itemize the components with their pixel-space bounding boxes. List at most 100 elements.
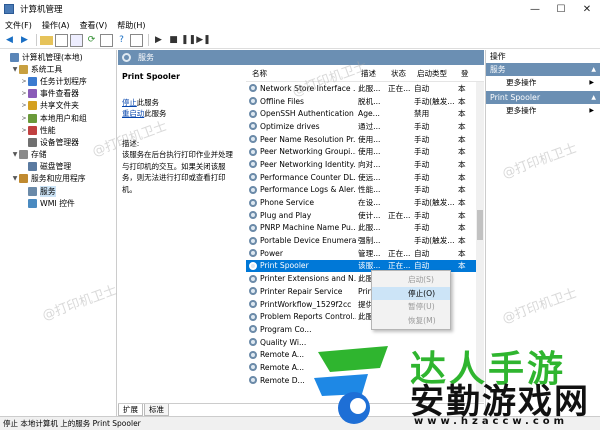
service-row[interactable]: Optimize drives 通过... 手动本 bbox=[246, 120, 484, 133]
restart-service-link[interactable]: 重启动 bbox=[122, 109, 144, 118]
menu-help[interactable]: 帮助(H) bbox=[112, 20, 150, 31]
column-description[interactable]: 描述 bbox=[359, 68, 389, 79]
tree-item[interactable]: > 任务计划程序 bbox=[0, 75, 116, 87]
menu-action[interactable]: 操作(A) bbox=[37, 20, 75, 31]
service-gear-icon bbox=[249, 274, 257, 283]
service-gear-icon bbox=[249, 325, 257, 334]
service-name-cell: Peer Networking Identity... bbox=[246, 160, 356, 169]
window-controls: — ☐ ✕ bbox=[522, 0, 600, 18]
more-actions-services[interactable]: 更多操作 ▶ bbox=[486, 76, 600, 89]
service-name: Problem Reports Control... bbox=[260, 312, 356, 322]
context-menu-item[interactable]: 停止(O) bbox=[372, 286, 450, 300]
collapse-icon[interactable]: ▲ bbox=[591, 91, 596, 104]
properties-icon[interactable] bbox=[70, 33, 83, 47]
service-gear-icon bbox=[249, 312, 257, 321]
context-menu-item[interactable]: 启动(S) bbox=[372, 273, 450, 287]
column-status[interactable]: 状态 bbox=[389, 68, 415, 79]
service-startup-type: 手动(触发... bbox=[414, 198, 455, 208]
refresh-icon[interactable]: ⟳ bbox=[85, 34, 98, 47]
service-name: Printer Repair Service bbox=[260, 286, 343, 296]
tree-item[interactable]: > 本地用户和组 bbox=[0, 112, 116, 124]
tree-expand-icon[interactable]: > bbox=[20, 78, 28, 85]
tree-item-label: 系统工具 bbox=[31, 64, 63, 74]
tree-expand-icon[interactable]: ▼ bbox=[11, 175, 19, 182]
service-name: Quality Wi... bbox=[260, 337, 307, 347]
stop-icon[interactable]: ■ bbox=[167, 34, 180, 47]
column-logon[interactable]: 登 bbox=[459, 68, 483, 79]
help-icon[interactable]: ? bbox=[115, 34, 128, 47]
tree-item[interactable]: WMI 控件 bbox=[0, 197, 116, 209]
menu-file[interactable]: 文件(F) bbox=[0, 20, 37, 31]
forward-icon[interactable]: ▶ bbox=[18, 34, 31, 47]
console-tree-icon[interactable] bbox=[55, 33, 68, 47]
up-folder-icon[interactable] bbox=[40, 35, 53, 45]
tree-item[interactable]: 设备管理器 bbox=[0, 136, 116, 148]
context-menu-item[interactable]: 恢复(M) bbox=[372, 314, 450, 328]
tab-standard[interactable]: 标准 bbox=[144, 404, 169, 416]
minimize-icon[interactable]: — bbox=[522, 0, 548, 18]
service-name-cell: Power bbox=[246, 249, 356, 258]
tree-item[interactable]: ▼ 系统工具 bbox=[0, 63, 116, 75]
tree-item[interactable]: 计算机管理(本地) bbox=[0, 51, 116, 63]
service-row[interactable]: OpenSSH Authentication ... Age... 禁用本 bbox=[246, 107, 484, 120]
column-startup-type[interactable]: 启动类型 bbox=[415, 68, 459, 79]
more-actions-label: 更多操作 bbox=[506, 106, 537, 115]
actions-group-print-spooler[interactable]: Print Spooler ▲ bbox=[486, 91, 600, 104]
tree-expand-icon[interactable]: > bbox=[20, 127, 28, 134]
maximize-icon[interactable]: ☐ bbox=[548, 0, 574, 18]
service-row[interactable]: Offline Files 脱机... 手动(触发... 本 bbox=[246, 95, 484, 108]
service-row[interactable]: Peer Name Resolution Pr... 使用... 手动本 bbox=[246, 133, 484, 146]
service-row[interactable]: PNRP Machine Name Pu... 此服... 手动本 bbox=[246, 222, 484, 235]
service-row[interactable]: Power 管理... 正在... 自动本 bbox=[246, 247, 484, 260]
context-menu-item[interactable]: 暂停(U) bbox=[372, 300, 450, 314]
more-actions-print-spooler[interactable]: 更多操作 ▶ bbox=[486, 104, 600, 117]
service-gear-icon bbox=[249, 223, 257, 232]
pause-icon[interactable]: ❚❚ bbox=[181, 34, 196, 47]
tree-item[interactable]: ▼ 服务和应用程序 bbox=[0, 173, 116, 185]
tree-item-label: 服务 bbox=[40, 185, 56, 197]
stop-service-link[interactable]: 停止 bbox=[122, 98, 137, 107]
service-row[interactable]: Performance Counter DL... 使远... 手动本 bbox=[246, 171, 484, 184]
column-name[interactable]: 名称 bbox=[246, 68, 359, 79]
tree-item[interactable]: ▼ 存储 bbox=[0, 149, 116, 161]
tree-item[interactable]: > 性能 bbox=[0, 124, 116, 136]
export-icon[interactable] bbox=[100, 33, 113, 47]
toolbar-divider bbox=[148, 34, 149, 46]
tree-item[interactable]: > 事件查看器 bbox=[0, 88, 116, 100]
list-header: 名称 描述 状态 启动类型 登 bbox=[246, 66, 484, 82]
service-startup-type: 自动 bbox=[414, 248, 430, 258]
tree-node-icon bbox=[28, 101, 37, 111]
service-name-cell: Network Store Interface ... bbox=[246, 84, 356, 93]
tree-expand-icon[interactable]: ▼ bbox=[11, 66, 19, 73]
tree-item[interactable]: > 共享文件夹 bbox=[0, 100, 116, 112]
play-icon[interactable]: ▶ bbox=[152, 34, 165, 47]
close-icon[interactable]: ✕ bbox=[574, 0, 600, 18]
collapse-icon[interactable]: ▲ bbox=[591, 63, 596, 76]
service-gear-icon bbox=[249, 261, 257, 270]
tab-extended[interactable]: 扩展 bbox=[118, 404, 143, 416]
service-description: 使用... bbox=[358, 147, 381, 157]
tree-expand-icon[interactable]: ▼ bbox=[11, 151, 19, 158]
tree-expand-icon[interactable]: > bbox=[20, 115, 28, 122]
restart-icon[interactable]: ▶❚ bbox=[196, 34, 210, 47]
tree-item[interactable]: 磁盘管理 bbox=[0, 161, 116, 173]
service-startup-type: 手动 bbox=[414, 210, 430, 220]
show-hide-icon[interactable] bbox=[130, 33, 143, 47]
service-row[interactable]: Peer Networking Groupi... 使用... 手动本 bbox=[246, 145, 484, 158]
service-row[interactable]: Phone Service 在设... 手动(触发... 本 bbox=[246, 196, 484, 209]
tree-expand-icon[interactable]: > bbox=[20, 90, 28, 97]
service-row[interactable]: Portable Device Enumera... 强制... 手动(触发... 本 bbox=[246, 234, 484, 247]
service-name-cell: Offline Files bbox=[246, 97, 356, 106]
tree-expand-icon[interactable]: > bbox=[20, 102, 28, 109]
back-icon[interactable]: ◀ bbox=[3, 34, 16, 47]
description-label: 描述: bbox=[122, 138, 140, 148]
service-row[interactable]: Performance Logs & Aler... 性能... 手动本 bbox=[246, 184, 484, 197]
scrollbar-thumb[interactable] bbox=[477, 210, 483, 240]
tree-item[interactable]: 服务 bbox=[0, 185, 116, 197]
menu-view[interactable]: 查看(V) bbox=[75, 20, 113, 31]
menu-bar: 文件(F) 操作(A) 查看(V) 帮助(H) bbox=[0, 18, 600, 32]
actions-group-services[interactable]: 服务 ▲ bbox=[486, 63, 600, 76]
service-row[interactable]: Network Store Interface ... 此服... 正在... 自动本 bbox=[246, 82, 484, 95]
service-row[interactable]: Peer Networking Identity... 向对... 手动本 bbox=[246, 158, 484, 171]
service-row[interactable]: Plug and Play 使计... 正在... 手动本 bbox=[246, 209, 484, 222]
